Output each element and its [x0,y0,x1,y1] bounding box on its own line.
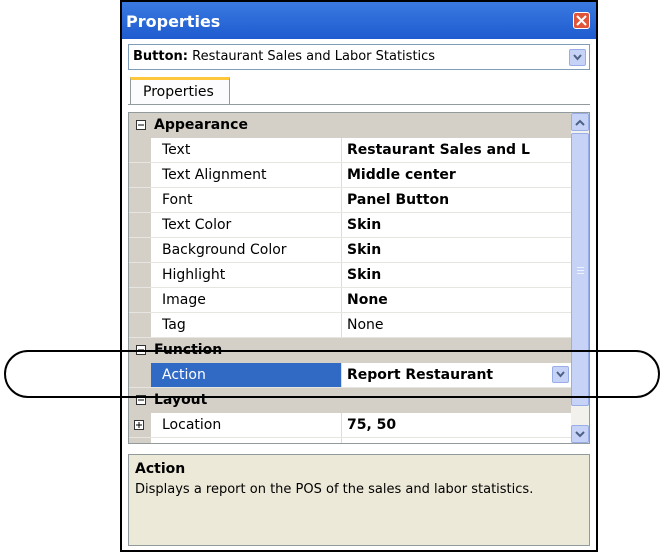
property-row-size[interactable]: Size 100, 75 [129,438,571,443]
object-selector-text: Button: Restaurant Sales and Labor Stati… [133,49,435,64]
property-value[interactable]: Skin [343,213,571,241]
title-bar[interactable]: Properties [122,2,596,39]
row-gutter [129,163,151,187]
scroll-down-icon[interactable] [571,425,589,443]
collapse-icon[interactable] [136,120,146,130]
vertical-scrollbar[interactable] [571,113,589,443]
property-value-text: Skin [347,267,382,283]
property-value-text: 75, 50 [347,417,397,433]
collapse-icon[interactable] [136,395,146,405]
object-type-label: Button: [133,49,188,64]
row-gutter [129,313,151,337]
row-gutter [129,438,151,443]
category-label: Layout [154,392,208,408]
property-value[interactable]: 75, 50 [343,413,571,441]
property-value-text: Restaurant Sales and L [347,142,530,158]
property-value[interactable]: Skin [343,263,571,291]
property-name: Image [151,288,342,312]
tab-properties-label: Properties [143,84,214,100]
row-gutter [129,138,151,162]
object-selector[interactable]: Button: Restaurant Sales and Labor Stati… [128,44,590,70]
property-value[interactable]: None [343,313,571,341]
scroll-up-icon[interactable] [571,113,589,131]
description-panel: Action Displays a report on the POS of t… [128,454,590,546]
property-name: Tag [151,313,342,337]
property-value-text: Skin [347,242,382,258]
chevron-down-icon[interactable] [569,49,586,66]
property-row-image[interactable]: Image None [129,288,571,313]
property-value-text: 100, 75 [347,442,406,443]
property-value-text: None [347,317,384,333]
property-name: Font [151,188,342,212]
property-row-tag[interactable]: Tag None [129,313,571,338]
object-name: Restaurant Sales and Labor Statistics [192,49,436,64]
row-gutter [129,288,151,312]
property-row-location[interactable]: Location 75, 50 [129,413,571,438]
property-name: Highlight [151,263,342,287]
property-value-text: Middle center [347,167,456,183]
property-value-text: None [347,292,388,308]
category-label: Appearance [154,117,248,133]
property-value[interactable]: Panel Button [343,188,571,216]
expand-icon[interactable] [134,420,144,430]
property-row-action[interactable]: Action Report Restaurant [129,363,571,388]
property-row-font[interactable]: Font Panel Button [129,188,571,213]
property-row-text[interactable]: Text Restaurant Sales and L [129,138,571,163]
property-row-text-alignment[interactable]: Text Alignment Middle center [129,163,571,188]
window-title: Properties [126,12,221,31]
property-row-text-color[interactable]: Text Color Skin [129,213,571,238]
property-name: Location [151,413,342,437]
property-value[interactable]: Restaurant Sales and L [343,138,571,166]
property-value-text: Skin [347,217,382,233]
row-gutter [129,263,151,287]
properties-window: Properties Button: Restaurant Sales and … [120,0,598,552]
tab-properties[interactable]: Properties [130,77,230,104]
description-text: Displays a report on the POS of the sale… [135,482,534,497]
row-gutter [129,213,151,237]
category-appearance[interactable]: Appearance [129,113,571,138]
tab-strip: Properties [128,74,590,105]
category-function[interactable]: Function [129,338,571,363]
chevron-down-icon[interactable] [552,366,569,383]
description-title: Action [135,461,186,477]
property-value[interactable]: Skin [343,238,571,266]
category-label: Function [154,342,223,358]
row-gutter [129,413,151,437]
property-row-background-color[interactable]: Background Color Skin [129,238,571,263]
property-grid: Appearance Text Restaurant Sales and L Text… [128,112,590,444]
collapse-icon[interactable] [136,345,146,355]
category-layout[interactable]: Layout [129,388,571,413]
property-value[interactable]: Middle center [343,163,571,191]
scrollbar-thumb[interactable] [571,133,589,406]
property-name: Action [151,363,342,387]
close-icon[interactable] [573,12,590,29]
row-gutter [129,188,151,212]
row-gutter [129,363,151,387]
property-value[interactable]: None [343,288,571,316]
property-row-highlight[interactable]: Highlight Skin [129,263,571,288]
property-name: Size [151,438,342,443]
property-name: Text Alignment [151,163,342,187]
property-value-text: Panel Button [347,192,450,208]
property-value[interactable]: Report Restaurant [343,363,571,391]
row-gutter [129,238,151,262]
property-value[interactable]: 100, 75 [343,438,571,443]
property-name: Text [151,138,342,162]
property-value-text: Report Restaurant [347,367,494,383]
property-name: Background Color [151,238,342,262]
property-name: Text Color [151,213,342,237]
